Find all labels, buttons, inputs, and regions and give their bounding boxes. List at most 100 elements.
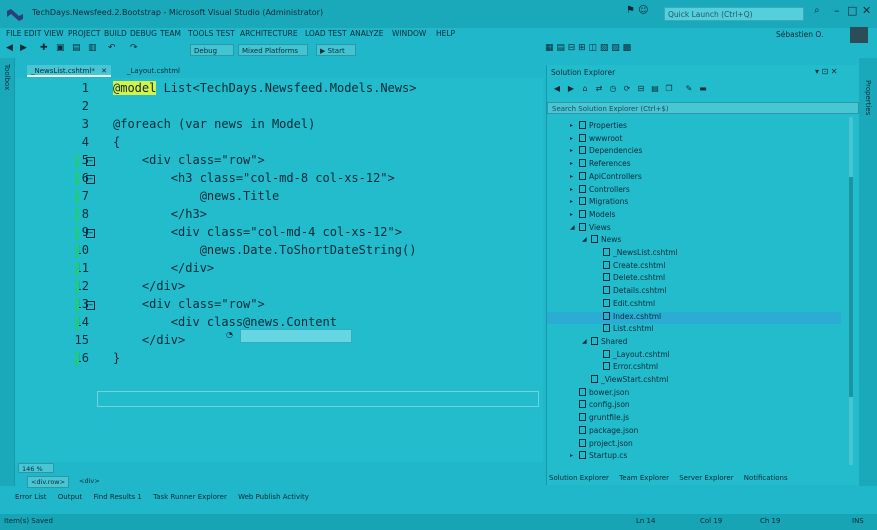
se-copy-icon[interactable]: ❐ xyxy=(663,83,675,95)
tab-task-runner-explorer[interactable]: Task Runner Explorer xyxy=(153,493,227,501)
new-project-icon[interactable]: ✚ xyxy=(40,43,48,53)
code-line[interactable]: </div> xyxy=(113,261,214,275)
code-line[interactable]: <div class="col-md-4 col-xs-12"> xyxy=(113,225,402,239)
tab-server-explorer[interactable]: Server Explorer xyxy=(679,474,733,482)
tab-solution-explorer[interactable]: Solution Explorer xyxy=(549,474,609,482)
se-properties-icon[interactable]: ✎ xyxy=(683,83,695,95)
tree-expander-icon[interactable]: ▸ xyxy=(570,198,573,205)
redo-icon[interactable]: ↷ xyxy=(130,43,138,53)
tab-find-results[interactable]: Find Results 1 xyxy=(93,493,142,501)
solution-platform-select[interactable]: Mixed Platforms xyxy=(238,44,308,56)
menu-team[interactable]: TEAM xyxy=(160,29,181,38)
tree-item[interactable]: Startup.cs xyxy=(579,451,627,460)
breadcrumb-div[interactable]: <div> xyxy=(79,476,100,486)
menu-project[interactable]: PROJECT xyxy=(68,29,100,38)
tree-item[interactable]: Properties xyxy=(579,121,627,130)
code-line[interactable]: <div class@news.Content xyxy=(113,315,337,329)
tab-web-publish-activity[interactable]: Web Publish Activity xyxy=(238,493,309,501)
panel-pin-icon[interactable]: ▾ ⊡ ✕ xyxy=(815,67,838,76)
tree-expander-icon[interactable]: ▸ xyxy=(570,186,573,193)
menu-help[interactable]: HELP xyxy=(436,29,455,38)
undo-icon[interactable]: ↶ xyxy=(108,43,116,53)
tree-item[interactable]: Models xyxy=(579,209,615,219)
save-all-icon[interactable]: ▥ xyxy=(88,43,97,53)
code-line[interactable]: @news.Title xyxy=(113,189,279,203)
tree-item[interactable]: project.json xyxy=(579,438,633,448)
avatar[interactable] xyxy=(850,27,868,43)
forward-icon[interactable]: ▶ xyxy=(20,43,27,53)
open-icon[interactable]: ▣ xyxy=(56,43,65,53)
tree-item[interactable]: Details.cshtml xyxy=(603,286,667,295)
tab-error-list[interactable]: Error List xyxy=(15,493,47,501)
properties-strip[interactable]: Properties xyxy=(859,58,877,486)
tree-item[interactable]: News xyxy=(591,235,621,244)
maximize-icon[interactable]: □ xyxy=(847,4,857,17)
code-line[interactable]: { xyxy=(113,135,120,149)
tree-expander-icon[interactable]: ▸ xyxy=(570,173,573,180)
menu-tools[interactable]: TOOLS xyxy=(188,29,213,38)
breadcrumb-div-row[interactable]: <div.row> xyxy=(27,476,70,488)
tree-item[interactable]: List.cshtml xyxy=(603,324,654,333)
menu-file[interactable]: FILE xyxy=(6,29,21,38)
close-icon[interactable]: ✕ xyxy=(862,4,871,17)
collapse-region-icon[interactable]: − xyxy=(86,157,95,166)
intellisense-completion-box[interactable] xyxy=(240,329,352,343)
toolbox-label[interactable]: Toolbox xyxy=(3,64,11,90)
tree-item[interactable]: bower.json xyxy=(579,387,629,397)
tree-item[interactable]: References xyxy=(579,159,631,168)
se-sync-icon[interactable]: ⇄ xyxy=(593,83,605,95)
toolbar-icon-group[interactable]: ▦ ▤ ⊟ ⊞ ◫ ▧ ▨ ▩ xyxy=(545,43,631,53)
tree-item[interactable]: Shared xyxy=(591,336,627,346)
tab-notifications[interactable]: Notifications xyxy=(744,474,788,482)
tree-item[interactable]: gruntfile.js xyxy=(579,413,629,422)
se-refresh-icon[interactable]: ⟳ xyxy=(621,83,633,95)
tab-newslist[interactable]: _NewsList.cshtml* ✕ xyxy=(27,65,111,77)
code-line[interactable]: @foreach (var news in Model) xyxy=(113,117,315,131)
toolbox-strip[interactable]: Toolbox xyxy=(0,58,15,486)
notification-flag-icon[interactable]: ⚑ ☺ xyxy=(626,5,649,16)
code-line[interactable]: @news.Date.ToShortDateString() xyxy=(113,243,417,257)
tree-item[interactable]: Dependencies xyxy=(579,146,642,155)
tab-layout[interactable]: _Layout.cshtml xyxy=(127,65,180,77)
code-line[interactable]: @model List<TechDays.Newsfeed.Models.New… xyxy=(113,81,416,95)
tree-expander-icon[interactable]: ◢ xyxy=(582,236,587,243)
code-line[interactable]: </h3> xyxy=(113,207,207,221)
tree-item[interactable]: Views xyxy=(579,222,611,232)
search-icon[interactable]: ⌕ xyxy=(814,5,820,16)
zoom-select[interactable]: 146 % xyxy=(18,463,54,473)
tab-output[interactable]: Output xyxy=(58,493,82,501)
menu-view[interactable]: VIEW xyxy=(44,29,64,38)
menu-load-test[interactable]: LOAD TEST xyxy=(305,29,347,38)
back-icon[interactable]: ◀ xyxy=(6,43,13,53)
tree-expander-icon[interactable]: ▸ xyxy=(570,160,573,167)
se-home-icon[interactable]: ⌂ xyxy=(579,83,591,95)
tab-team-explorer[interactable]: Team Explorer xyxy=(619,474,669,482)
code-lines[interactable]: 1 @model List<TechDays.Newsfeed.Models.Ne… xyxy=(15,78,543,462)
tree-item[interactable]: _ViewStart.cshtml xyxy=(591,375,668,384)
tree-expander-icon[interactable]: ▸ xyxy=(570,135,573,142)
minimize-icon[interactable]: – xyxy=(834,4,840,17)
tree-item[interactable]: Error.cshtml xyxy=(603,362,658,371)
tree-item[interactable]: Edit.cshtml xyxy=(603,298,655,308)
collapse-region-icon[interactable]: − xyxy=(86,229,95,238)
tree-expander-icon[interactable]: ◢ xyxy=(582,338,587,345)
start-button[interactable]: ▶ Start xyxy=(316,44,356,56)
menu-edit[interactable]: EDIT xyxy=(24,29,41,38)
code-line[interactable]: </div> xyxy=(113,333,185,347)
menu-build[interactable]: BUILD xyxy=(104,29,127,38)
properties-label[interactable]: Properties xyxy=(864,80,872,115)
tree-item[interactable]: package.json xyxy=(579,425,638,435)
tree-expander-icon[interactable]: ▸ xyxy=(570,211,573,218)
menu-debug[interactable]: DEBUG xyxy=(130,29,157,38)
se-forward-icon[interactable]: ▶ xyxy=(565,83,577,95)
close-tab-icon[interactable]: ✕ xyxy=(101,67,107,75)
se-show-all-icon[interactable]: ▤ xyxy=(649,83,661,95)
menu-window[interactable]: WINDOW xyxy=(392,29,426,38)
tree-expander-icon[interactable]: ◢ xyxy=(570,224,575,231)
se-collapse-icon[interactable]: ⊟ xyxy=(635,83,647,95)
menu-test[interactable]: TEST xyxy=(216,29,235,38)
menu-architecture[interactable]: ARCHITECTURE xyxy=(240,29,298,38)
collapse-region-icon[interactable]: − xyxy=(86,301,95,310)
tree-item[interactable]: config.json xyxy=(579,400,630,409)
code-line[interactable]: <h3 class="col-md-8 col-xs-12"> xyxy=(113,171,395,185)
